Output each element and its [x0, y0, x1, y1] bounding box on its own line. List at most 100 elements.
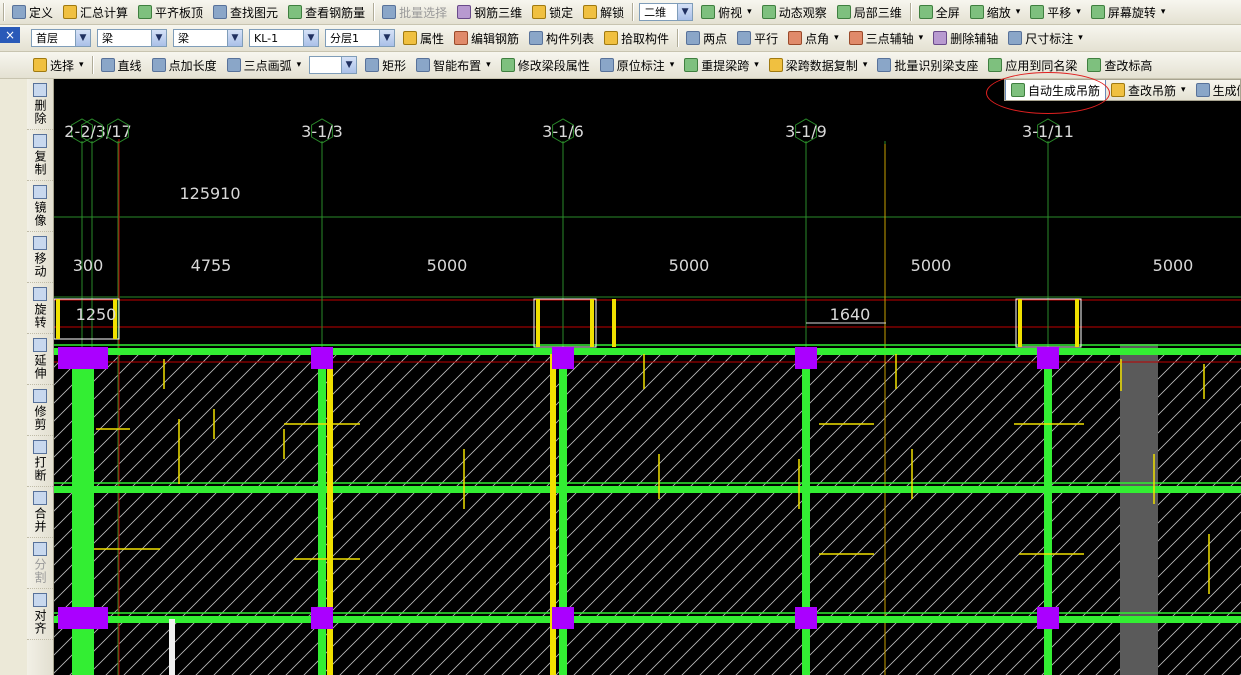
chevron-down-icon: ▼: [303, 30, 318, 46]
draw2-button-3[interactable]: 重提梁跨 ▾: [679, 55, 764, 75]
lock-icon: [532, 5, 547, 19]
draw2-button-6[interactable]: 应用到同名梁: [983, 55, 1082, 75]
gen-side-rebar-button[interactable]: 生成侧面钢筋: [1191, 80, 1240, 100]
left-tool-label-1: 复制: [33, 150, 47, 176]
hanger-edit-icon: [1111, 83, 1126, 97]
selector-button-8[interactable]: 删除辅轴: [928, 28, 1003, 48]
draw2-label-6: 应用到同名梁: [1005, 58, 1078, 73]
chevron-down-icon: ▾: [79, 60, 84, 70]
merge-icon: [33, 491, 47, 505]
left-tool-delete[interactable]: 删除: [27, 79, 53, 130]
rectangle-button[interactable]: 矩形: [360, 55, 411, 75]
batch-select-icon: [382, 5, 397, 19]
select-button[interactable]: 选择 ▾: [28, 55, 89, 75]
span-dimension-0: 300: [73, 256, 104, 275]
draw2-label-0: 智能布置: [433, 58, 482, 73]
toolbar-separator: [3, 3, 4, 21]
view-button-3[interactable]: 全屏: [914, 2, 965, 22]
view-button-1[interactable]: 动态观察: [757, 2, 832, 22]
toolbar-main-button-4[interactable]: 查看钢筋量: [283, 2, 370, 22]
draw2-button-2[interactable]: 原位标注 ▾: [595, 55, 680, 75]
layer-select[interactable]: 分层1 ▼: [325, 29, 395, 47]
modify-beam-icon: [500, 58, 515, 72]
toolbar-main-button-5[interactable]: 批量选择: [377, 2, 452, 22]
selector-button-7[interactable]: 三点辅轴 ▾: [844, 28, 929, 48]
toolbar-main-label-3: 查找图元: [230, 5, 279, 20]
selector-button-1[interactable]: 编辑钢筋: [449, 28, 524, 48]
chevron-down-icon: ▾: [1076, 7, 1081, 17]
selector-button-6[interactable]: 点角 ▾: [783, 28, 844, 48]
view-button-2[interactable]: 局部三维: [832, 2, 907, 22]
selector-button-2[interactable]: 构件列表: [524, 28, 599, 48]
cad-drawing[interactable]: 2-2/3/17 3-1/3 3-1/6 3-1/9 3-1/11 125910 300 47…: [54, 79, 1241, 675]
toolbar-main-button-8[interactable]: 解锁: [578, 2, 629, 22]
left-tool-copy[interactable]: 复制: [27, 130, 53, 181]
chevron-down-icon: ▼: [379, 30, 394, 46]
view-button-5[interactable]: 平移 ▾: [1025, 2, 1086, 22]
rebar-line: [590, 299, 594, 347]
toolbar-main-button-1[interactable]: 汇总计算: [58, 2, 133, 22]
chevron-down-icon: ▾: [1181, 85, 1186, 95]
type-select[interactable]: 梁 ▼: [173, 29, 243, 47]
drawing-canvas[interactable]: 2-2/3/17 3-1/3 3-1/6 3-1/9 3-1/11 125910 300 47…: [54, 79, 1241, 675]
category-select[interactable]: 梁 ▼: [97, 29, 167, 47]
chevron-down-icon: ▼: [227, 30, 242, 46]
chevron-down-icon: ▾: [834, 33, 839, 43]
toolbar-main-button-0[interactable]: 定义: [7, 2, 58, 22]
selector-label-6: 点角: [805, 31, 830, 46]
toolbar-main-button-7[interactable]: 锁定: [527, 2, 578, 22]
left-tool-align[interactable]: 对齐: [27, 589, 53, 640]
column: [58, 347, 78, 369]
selector-button-5[interactable]: 平行: [732, 28, 783, 48]
draw2-button-4[interactable]: 梁跨数据复制 ▾: [764, 55, 873, 75]
beam-horizontal: [54, 348, 1241, 355]
draw2-button-5[interactable]: 批量识别梁支座: [872, 55, 983, 75]
selector-button-9[interactable]: 尺寸标注 ▾: [1003, 28, 1088, 48]
toolbar-main-button-3[interactable]: 查找图元: [208, 2, 283, 22]
left-tool-mirror[interactable]: 镜像: [27, 181, 53, 232]
floor-select[interactable]: 首层 ▼: [31, 29, 91, 47]
axis-label-1: 3-1/3: [301, 122, 343, 141]
selector-button-3[interactable]: 拾取构件: [599, 28, 674, 48]
chevron-down-icon: ▼: [151, 30, 166, 46]
selector-toolbar: 首层 ▼ 梁 ▼ 梁 ▼ KL-1 ▼ 分层1 ▼ 属性 编辑钢筋 构件列表 拾取构件 两点 平行 点角 ▾ 三点辅…: [0, 25, 1241, 52]
view-mode-select[interactable]: 二维 ▼: [639, 3, 694, 21]
left-tool-break[interactable]: 打断: [27, 436, 53, 487]
component-select[interactable]: KL-1 ▼: [249, 29, 319, 47]
selector-button-4[interactable]: 两点: [681, 28, 732, 48]
left-tool-extend[interactable]: 延伸: [27, 334, 53, 385]
arc-mode-select[interactable]: ▼: [309, 56, 358, 74]
pick-icon: [604, 31, 619, 45]
rotate-screen-icon: [1090, 5, 1105, 19]
toolbar-main-label-1: 汇总计算: [80, 5, 129, 20]
selector-button-0[interactable]: 属性: [398, 28, 449, 48]
draw2-button-0[interactable]: 智能布置 ▾: [411, 55, 496, 75]
slab-hatch: [54, 349, 1241, 675]
draw2-button-7[interactable]: 查改标高: [1082, 55, 1157, 75]
selector-label-7: 三点辅轴: [865, 31, 914, 46]
span-dimension-1: 4755: [191, 256, 232, 275]
toolbar-main-button-6[interactable]: 钢筋三维: [452, 2, 527, 22]
draw-button-0[interactable]: 直线: [96, 55, 147, 75]
toolbar-main-button-2[interactable]: 平齐板顶: [133, 2, 208, 22]
left-tool-trim[interactable]: 修剪: [27, 385, 53, 436]
draw2-button-1[interactable]: 修改梁段属性: [496, 55, 595, 75]
check-hanger-button[interactable]: 查改吊筋 ▾: [1106, 80, 1191, 100]
column: [552, 347, 574, 369]
beam-stub: [169, 619, 175, 675]
draw-button-2[interactable]: 三点画弧 ▾: [222, 55, 307, 75]
draw-button-1[interactable]: 点加长度: [147, 55, 222, 75]
view-button-0[interactable]: 俯视 ▾: [696, 2, 757, 22]
left-tool-label-5: 延伸: [33, 354, 47, 380]
close-icon[interactable]: ×: [0, 27, 20, 43]
auto-hanger-button[interactable]: 自动生成吊筋: [1005, 80, 1107, 100]
left-tool-move[interactable]: 移动: [27, 232, 53, 283]
left-tool-split[interactable]: 分割: [27, 538, 53, 589]
fullscreen-icon: [918, 5, 933, 19]
view-button-6[interactable]: 屏幕旋转 ▾: [1086, 2, 1171, 22]
left-tool-rotate[interactable]: 旋转: [27, 283, 53, 334]
left-tool-label-7: 打断: [33, 456, 47, 482]
left-tool-merge[interactable]: 合并: [27, 487, 53, 538]
view-button-4[interactable]: 缩放 ▾: [965, 2, 1026, 22]
selector-label-0: 属性: [420, 31, 445, 46]
